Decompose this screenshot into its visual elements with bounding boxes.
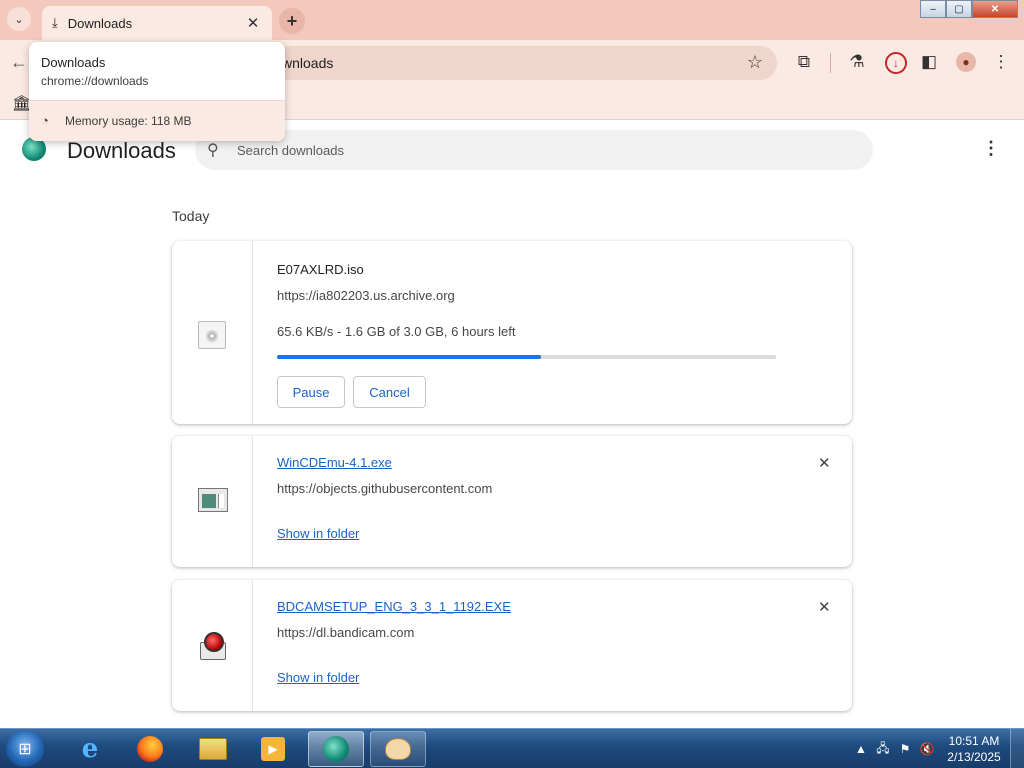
media-player-icon[interactable]: ▶ [245,731,301,767]
network-icon[interactable]: 🖧 [872,739,894,760]
action-center-flag-icon[interactable]: ⚑ [894,742,916,756]
plus-icon: + [286,10,298,31]
cancel-button[interactable]: Cancel [353,376,426,408]
clock-time: 10:51 AM [948,734,1000,748]
tab-title: Downloads [67,15,133,31]
tab-strip: ⌄ ⤓ Downloads ✕ + – ▢ ✕ [0,0,1024,40]
bookmark-star-icon[interactable]: ☆ [747,52,763,73]
tab-downloads[interactable]: ⤓ Downloads ✕ [42,6,272,40]
paint-icon[interactable] [370,731,426,767]
download-item: BDCAMSETUP_ENG_3_3_1_1192.EXE https://dl… [172,580,852,711]
show-in-folder-link[interactable]: Show in folder [277,526,359,541]
system-tray: ▲ 🖧 ⚑ 🔇 10:51 AM 2/13/2025 [850,729,1024,768]
icon-column [172,436,253,567]
new-tab-button[interactable]: + [279,8,305,34]
file-source: https://objects.githubusercontent.com [277,481,493,496]
extensions-icon[interactable]: ⧉ [793,52,815,72]
start-button[interactable]: ⊞ [6,731,44,767]
volume-muted-icon[interactable]: 🔇 [916,742,938,756]
toolbar-divider [830,53,831,73]
file-source: https://ia802203.us.archive.org [277,288,455,303]
show-hidden-icons-icon[interactable]: ▲ [850,742,872,756]
window-controls: – ▢ ✕ [920,0,1018,20]
progress-bar [277,355,776,359]
firefox-icon[interactable] [122,731,178,767]
progress-fill [277,355,542,359]
search-bar[interactable]: ⚲ [195,130,873,170]
file-explorer-icon[interactable] [185,731,241,767]
clock-date: 2/13/2025 [947,750,1001,764]
windows-logo-icon: ⊞ [18,741,32,758]
download-progress-icon[interactable]: ↓ [885,52,907,74]
clock[interactable]: 10:51 AM 2/13/2025 [938,733,1010,765]
file-name: E07AXLRD.iso [277,262,364,277]
hover-card-footer: ◔ Memory usage: 118 MB [29,100,285,141]
file-name-link[interactable]: BDCAMSETUP_ENG_3_3_1_1192.EXE [277,599,511,614]
download-status: 65.6 KB/s - 1.6 GB of 3.0 GB, 6 hours le… [277,324,516,339]
gauge-icon: ◔ [41,113,49,128]
kebab-menu-icon[interactable]: ⋮ [990,52,1012,72]
icon-column [172,580,253,711]
search-icon: ⚲ [207,142,219,159]
download-icon: ⤓ [52,15,58,30]
profile-avatar[interactable]: ● [956,52,976,72]
memory-usage: Memory usage: 118 MB [65,114,192,128]
file-name-link[interactable]: WinCDEmu-4.1.exe [277,455,392,470]
minimize-button[interactable]: – [920,0,946,18]
pause-button[interactable]: Pause [277,376,345,408]
labs-flask-icon[interactable]: ⚗ [846,52,868,72]
back-arrow-icon[interactable]: ← [10,52,28,73]
remove-icon[interactable]: ✕ [818,598,831,616]
tab-hover-card: Downloads chrome://downloads ◔ Memory us… [29,42,285,141]
side-panel-icon[interactable]: ◧ [918,52,940,72]
active-browser-icon[interactable] [308,731,364,767]
hover-card-url: chrome://downloads [41,74,149,88]
internet-explorer-icon[interactable]: e [62,731,118,767]
file-source: https://dl.bandicam.com [277,625,415,640]
page-title: Downloads [67,138,176,163]
address-bar[interactable]: wnloads ☆ [232,46,777,80]
show-in-folder-link[interactable]: Show in folder [277,670,359,685]
address-text[interactable]: wnloads [282,55,333,71]
icon-column [172,241,253,424]
download-item: E07AXLRD.iso https://ia802203.us.archive… [172,241,852,424]
show-desktop-button[interactable] [1010,729,1024,768]
close-window-button[interactable]: ✕ [972,0,1018,18]
more-actions-icon[interactable]: ⋮ [982,138,1000,159]
maximize-button[interactable]: ▢ [946,0,972,18]
remove-icon[interactable]: ✕ [818,454,831,472]
date-section-label: Today [172,208,210,224]
tab-search-button[interactable]: ⌄ [7,7,31,31]
close-icon[interactable]: ✕ [244,14,262,32]
exe-file-icon [198,488,228,512]
iso-file-icon [198,321,226,349]
hover-card-title: Downloads [41,55,106,70]
download-item: WinCDEmu-4.1.exe https://objects.githubu… [172,436,852,567]
bandicam-icon [198,632,226,660]
chevron-down-icon: ⌄ [14,13,24,26]
taskbar: ⊞ e ▶ ▲ 🖧 ⚑ 🔇 10:51 AM 2/13/2025 [0,728,1024,768]
search-input[interactable] [237,138,837,162]
